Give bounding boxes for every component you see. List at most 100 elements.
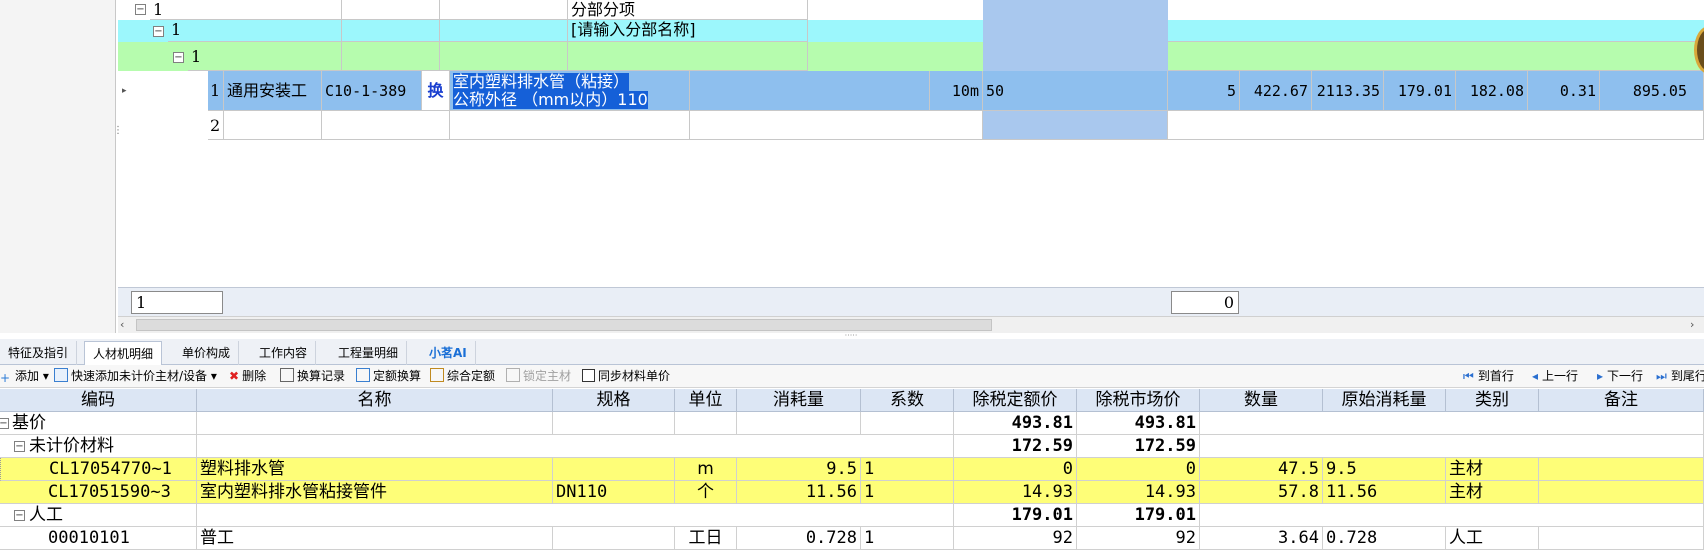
item-category[interactable]: 通用安装工 xyxy=(224,71,322,111)
add-button[interactable]: + 添加 ▾ xyxy=(0,365,49,388)
delete-button[interactable]: ✖ 删除 xyxy=(229,365,266,388)
col-header-type[interactable]: 类别 xyxy=(1446,389,1539,412)
col-header-consumption[interactable]: 消耗量 xyxy=(737,389,861,412)
prev-row-button[interactable]: ◂ 上一行 xyxy=(1532,365,1578,388)
type-cell[interactable]: 人工 xyxy=(1446,527,1539,550)
col-header-quota-price[interactable]: 除税定额价 xyxy=(954,389,1077,412)
material-spec-cell[interactable] xyxy=(553,527,675,550)
original-consumption-cell[interactable]: 11.56 xyxy=(1323,481,1446,504)
item-machine-cost[interactable]: 0.31 xyxy=(1528,71,1600,111)
item-code[interactable]: C10-1-389 xyxy=(322,71,422,111)
conversion-icon[interactable]: 换 xyxy=(422,71,450,111)
tab-unit-price[interactable]: 单价构成 xyxy=(174,341,240,365)
market-price-cell[interactable]: 0 xyxy=(1077,458,1200,481)
item-total-price[interactable]: 2113.35 xyxy=(1312,71,1384,111)
item-quantity-expression[interactable]: 50 xyxy=(983,71,1168,111)
consumption-cell[interactable]: 9.5 xyxy=(737,458,861,481)
scrollbar-thumb[interactable] xyxy=(136,319,992,331)
quantity-cell[interactable]: 3.64 xyxy=(1200,527,1323,550)
market-price-cell[interactable]: 14.93 xyxy=(1077,481,1200,504)
col-header-remark[interactable]: 备注 xyxy=(1539,389,1704,412)
item-unit[interactable]: 10m xyxy=(930,71,983,111)
scroll-left-icon[interactable]: ‹ xyxy=(120,317,134,333)
material-unit-cell[interactable]: m xyxy=(675,458,737,481)
material-unit-cell[interactable]: 工日 xyxy=(675,527,737,550)
collapse-icon[interactable]: − xyxy=(135,4,146,15)
table-row[interactable]: − 1 [请输入分部名称] xyxy=(118,20,983,42)
material-code-cell[interactable]: 00010101 xyxy=(0,527,197,550)
col-header-code[interactable]: 编码 xyxy=(0,389,197,412)
factor-cell[interactable]: 1 xyxy=(861,481,954,504)
horizontal-scrollbar[interactable]: ‹ › xyxy=(118,316,1704,333)
col-header-market-price[interactable]: 除税市场价 xyxy=(1077,389,1200,412)
original-consumption-cell[interactable]: 0.728 xyxy=(1323,527,1446,550)
type-cell[interactable]: 主材 xyxy=(1446,481,1539,504)
first-row-button[interactable]: ⏮ 到首行 xyxy=(1463,365,1514,388)
type-cell[interactable]: 主材 xyxy=(1446,458,1539,481)
table-row[interactable]: CL17054770~1 塑料排水管 m 9.5 1 0 0 47.5 9.5 … xyxy=(0,458,1704,481)
quick-add-button[interactable]: 快速添加未计价主材/设备 ▾ xyxy=(54,365,217,388)
quantity-cell[interactable]: 57.8 xyxy=(1200,481,1323,504)
tab-features[interactable]: 特征及指引 xyxy=(0,341,78,365)
material-unit-cell[interactable]: 个 xyxy=(675,481,737,504)
last-row-button[interactable]: ⏭ 到尾行 xyxy=(1656,365,1704,388)
market-price-cell[interactable]: 92 xyxy=(1077,527,1200,550)
factor-cell[interactable]: 1 xyxy=(861,458,954,481)
lock-material-button[interactable]: 锁定主材 xyxy=(506,365,571,388)
tab-ai-assistant[interactable]: 小茗AI xyxy=(421,341,476,365)
item-material-cost[interactable]: 182.08 xyxy=(1456,71,1528,111)
material-name-cell[interactable]: 普工 xyxy=(197,527,553,550)
material-name-cell[interactable]: 室内塑料排水管粘接管件 xyxy=(197,481,553,504)
remark-cell[interactable] xyxy=(1539,481,1704,504)
consumption-cell[interactable]: 0.728 xyxy=(737,527,861,550)
material-name-cell[interactable]: 塑料排水管 xyxy=(197,458,553,481)
consumption-cell[interactable]: 11.56 xyxy=(737,481,861,504)
tab-quantity-details[interactable]: 工程量明细 xyxy=(330,341,408,365)
collapse-icon[interactable]: − xyxy=(173,52,184,63)
original-consumption-cell[interactable]: 9.5 xyxy=(1323,458,1446,481)
col-header-unit[interactable]: 单位 xyxy=(675,389,737,412)
table-row[interactable]: − 人工 179.01 179.01 xyxy=(0,504,1704,527)
table-row[interactable]: − 1 分部分项 xyxy=(118,0,1704,20)
material-spec-cell[interactable]: DN110 xyxy=(553,481,675,504)
col-header-factor[interactable]: 系数 xyxy=(861,389,954,412)
factor-cell[interactable]: 1 xyxy=(861,527,954,550)
material-code-cell[interactable]: CL17054770~1 xyxy=(0,458,197,481)
next-row-button[interactable]: ▸ 下一行 xyxy=(1597,365,1643,388)
scroll-right-icon[interactable]: › xyxy=(1690,317,1704,333)
item-labor-cost[interactable]: 179.01 xyxy=(1384,71,1456,111)
material-code-cell[interactable]: CL17051590~3 xyxy=(0,481,197,504)
quota-price-cell[interactable]: 14.93 xyxy=(954,481,1077,504)
table-row[interactable]: CL17051590~3 室内塑料排水管粘接管件 DN110 个 11.56 1… xyxy=(0,481,1704,504)
sync-price-checkbox[interactable]: 同步材料单价 xyxy=(582,365,670,388)
item-unit-price[interactable]: 422.67 xyxy=(1240,71,1312,111)
table-row[interactable]: − 基价 493.81 493.81 xyxy=(0,412,1704,435)
col-header-original-consumption[interactable]: 原始消耗量 xyxy=(1323,389,1446,412)
status-left-field[interactable]: 1 xyxy=(131,291,223,314)
quota-price-cell[interactable]: 0 xyxy=(954,458,1077,481)
tab-labor-material-machine[interactable]: 人材机明细 xyxy=(84,341,163,366)
col-header-quantity[interactable]: 数量 xyxy=(1200,389,1323,412)
composite-quota-button[interactable]: 综合定额 xyxy=(430,365,495,388)
remark-cell[interactable] xyxy=(1539,458,1704,481)
table-row[interactable]: − 1 xyxy=(118,42,983,71)
quantity-cell[interactable]: 47.5 xyxy=(1200,458,1323,481)
conversion-log-button[interactable]: 换算记录 xyxy=(280,365,345,388)
tab-work-content[interactable]: 工作内容 xyxy=(251,341,317,365)
item-labor-total[interactable]: 895.05 xyxy=(1600,71,1704,111)
col-header-spec[interactable]: 规格 xyxy=(553,389,675,412)
col-header-name[interactable]: 名称 xyxy=(197,389,553,412)
quota-conversion-button[interactable]: 定额换算 xyxy=(356,365,421,388)
quota-price-cell[interactable]: 92 xyxy=(954,527,1077,550)
remark-cell[interactable] xyxy=(1539,527,1704,550)
material-spec-cell[interactable] xyxy=(553,458,675,481)
table-row[interactable]: − 未计价材料 172.59 172.59 xyxy=(0,435,1704,458)
item-quantity[interactable]: 5 xyxy=(1168,71,1240,111)
item-name[interactable]: 室内塑料排水管（粘接） 公称外径 （mm以内）110 xyxy=(450,71,690,111)
collapse-icon[interactable]: − xyxy=(153,26,164,37)
table-row-selected[interactable]: 1 通用安装工 C10-1-389 换 室内塑料排水管（粘接） 公称外径 （mm… xyxy=(208,71,1704,111)
table-row[interactable]: 2 xyxy=(208,111,1704,140)
row-name[interactable]: [请输入分部名称] xyxy=(568,20,808,42)
table-row[interactable]: 00010101 普工 工日 0.728 1 92 92 3.64 0.728 … xyxy=(0,527,1704,550)
status-right-field[interactable]: 0 xyxy=(1171,291,1239,314)
